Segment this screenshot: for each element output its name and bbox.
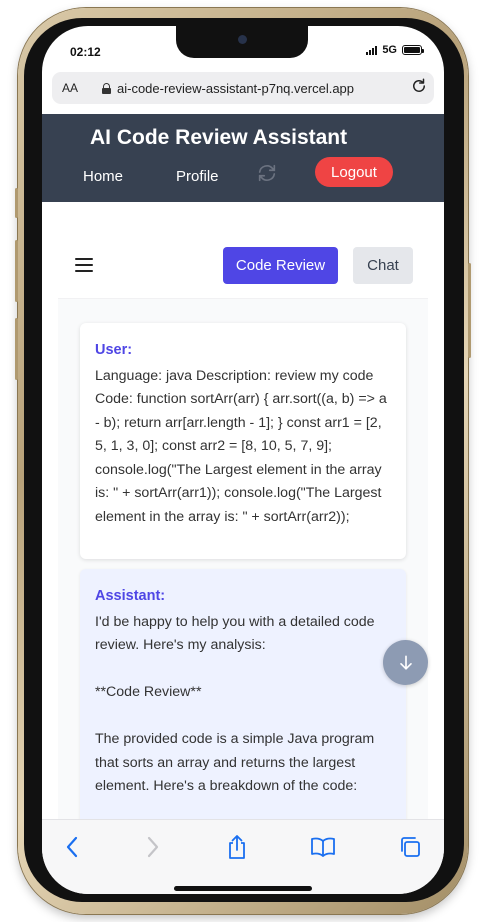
home-indicator [174,886,312,891]
status-time: 02:12 [70,45,101,59]
tabs-button[interactable] [395,832,425,862]
silent-switch [15,188,18,218]
message-paragraph: I'd be happy to help you with a detailed… [95,613,375,654]
power-button [468,263,471,358]
address-bar[interactable]: AA ai-code-review-assistant-p7nq.vercel.… [52,72,434,104]
reload-icon[interactable] [404,77,434,100]
forward-button[interactable] [138,832,168,862]
message-text: Language: java Description: review my co… [95,367,387,525]
message-paragraph: The provided code is a simple Java progr… [95,731,375,794]
browser-toolbar [42,819,444,894]
arrow-down-icon [399,655,412,670]
nav-profile-link[interactable]: Profile [176,168,219,185]
battery-icon [402,45,424,55]
share-button[interactable] [222,832,252,862]
signal-icon [366,45,378,55]
refresh-icon[interactable] [256,162,278,190]
message-role: Assistant: [95,588,166,604]
network-label: 5G [382,44,397,56]
user-message: User: Language: java Description: review… [80,323,406,559]
app-title: AI Code Review Assistant [90,126,348,149]
volume-up-button [15,240,18,302]
logout-button[interactable]: Logout [315,157,393,187]
code-review-button[interactable]: Code Review [223,247,338,284]
book-icon [311,837,335,857]
status-bar: 02:12 5G [42,26,444,70]
camera-icon [238,35,247,44]
hamburger-icon[interactable] [75,258,93,272]
tabs-icon [401,837,420,857]
message-paragraph: **Code Review** [95,684,202,700]
lock-icon [102,82,111,94]
nav-home-link[interactable]: Home [83,168,123,185]
chat-panel[interactable]: User: Language: java Description: review… [58,299,428,859]
status-indicators: 5G [366,44,424,56]
back-button[interactable] [57,832,87,862]
text-size-button[interactable]: AA [62,81,102,95]
chevron-right-icon [147,836,159,858]
bookmarks-button[interactable] [308,832,338,862]
scroll-down-button[interactable] [383,640,428,685]
share-icon [229,835,245,859]
assistant-message: Assistant: I'd be happy to help you with… [80,569,406,859]
message-role: User: [95,342,133,358]
app-header: AI Code Review Assistant Home Profile Lo… [42,114,444,202]
chevron-left-icon [66,836,78,858]
chat-button[interactable]: Chat [353,247,413,284]
screen: 02:12 5G AA ai-code-review-assistant-p7n… [42,26,444,894]
volume-down-button [15,318,18,380]
notch [176,26,308,58]
url-text[interactable]: ai-code-review-assistant-p7nq.vercel.app [117,81,404,96]
